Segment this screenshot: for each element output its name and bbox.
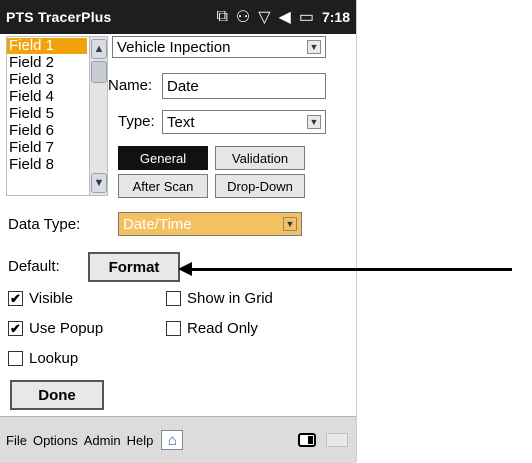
drop-down-button[interactable]: Drop-Down [215,174,305,198]
title-bar: PTS TracerPlus ⧉ ⚇ ▽ ◀ ▭ 7:18 [0,0,356,34]
use-popup-checkbox-row[interactable]: ✔ Use Popup [8,320,103,337]
menu-file[interactable]: File [6,433,27,448]
show-in-grid-checkbox[interactable] [166,291,181,306]
format-button[interactable]: Format [88,252,180,282]
list-item[interactable]: Field 7 [7,140,87,156]
visible-label: Visible [29,290,73,307]
visible-checkbox[interactable]: ✔ [8,291,23,306]
input-panel-icon[interactable] [326,433,348,447]
scroll-up-icon[interactable]: ▲ [91,39,107,59]
read-only-label: Read Only [187,320,258,337]
chevron-down-icon[interactable]: ▼ [307,115,321,129]
name-input[interactable]: Date [162,73,326,99]
name-input-value: Date [167,77,199,95]
menu-options[interactable]: Options [33,433,78,448]
list-item[interactable]: Field 3 [7,72,87,88]
chevron-down-icon[interactable]: ▼ [307,40,321,54]
device-screen: PTS TracerPlus ⧉ ⚇ ▽ ◀ ▭ 7:18 Field 1 Fi… [0,0,357,463]
list-item[interactable]: Field 1 [7,38,87,54]
scroll-down-icon[interactable]: ▼ [91,173,107,193]
sync-icon[interactable]: ⧉ [216,8,227,26]
default-label: Default: [8,258,60,275]
type-select-value: Text [167,113,195,131]
show-in-grid-checkbox-row[interactable]: Show in Grid [166,290,273,307]
app-title: PTS TracerPlus [6,9,112,25]
volume-icon[interactable]: ◀ [279,7,291,27]
clock[interactable]: 7:18 [322,9,350,25]
validation-button[interactable]: Validation [215,146,305,170]
use-popup-checkbox[interactable]: ✔ [8,321,23,336]
lookup-checkbox-row[interactable]: Lookup [8,350,78,367]
chevron-down-icon[interactable]: ▼ [283,217,297,231]
list-item[interactable]: Field 2 [7,55,87,71]
general-button[interactable]: General [118,146,208,170]
done-button[interactable]: Done [10,380,104,410]
battery-icon[interactable]: ▭ [299,7,314,27]
show-in-grid-label: Show in Grid [187,290,273,307]
name-label: Name: [108,77,153,94]
data-type-label: Data Type: [8,216,81,233]
field-list-scrollbar[interactable]: ▲ ▼ [89,37,107,195]
menu-admin[interactable]: Admin [84,433,121,448]
template-select-value: Vehicle Inpection [117,38,231,56]
list-item[interactable]: Field 6 [7,123,87,139]
list-item[interactable]: Field 4 [7,89,87,105]
connectivity-icon[interactable]: ⚇ [236,7,250,27]
read-only-checkbox-row[interactable]: Read Only [166,320,258,337]
field-list[interactable]: Field 1 Field 2 Field 3 Field 4 Field 5 … [6,36,108,196]
template-select[interactable]: Vehicle Inpection ▼ [112,36,326,58]
after-scan-button[interactable]: After Scan [118,174,208,198]
annotation-arrow-line [190,268,512,271]
data-type-select[interactable]: Date/Time ▼ [118,212,302,236]
menu-bar: File Options Admin Help ⌂ [0,416,356,463]
keyboard-toggle-icon[interactable] [298,433,316,447]
use-popup-label: Use Popup [29,320,104,337]
signal-icon[interactable]: ▽ [258,7,270,27]
menu-help[interactable]: Help [127,433,154,448]
visible-checkbox-row[interactable]: ✔ Visible [8,290,73,307]
home-icon[interactable]: ⌂ [161,430,184,450]
data-type-value: Date/Time [123,215,192,233]
type-select[interactable]: Text ▼ [162,110,326,134]
type-label: Type: [118,113,155,130]
read-only-checkbox[interactable] [166,321,181,336]
list-item[interactable]: Field 8 [7,157,87,173]
list-item[interactable]: Field 5 [7,106,87,122]
lookup-checkbox[interactable] [8,351,23,366]
scroll-thumb[interactable] [91,61,107,83]
lookup-label: Lookup [29,350,79,367]
